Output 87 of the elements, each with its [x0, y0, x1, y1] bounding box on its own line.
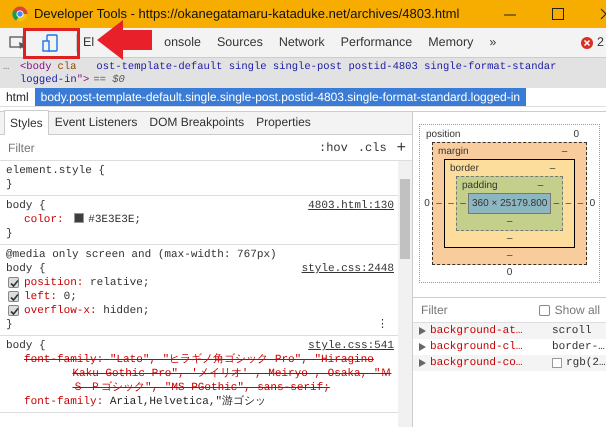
declaration-text: left: 0; — [24, 290, 77, 304]
dom-code-text: == $0 — [93, 74, 125, 87]
box-value: – — [564, 197, 572, 211]
scrollbar-thumb[interactable] — [400, 179, 410, 259]
box-label: position — [426, 128, 460, 142]
device-toolbar-icon[interactable] — [42, 34, 58, 52]
box-value: – — [506, 233, 512, 244]
panel-tab[interactable]: Performance — [332, 33, 420, 52]
panel-tab[interactable]: Sources — [208, 33, 271, 52]
check-mark-icon — [9, 278, 20, 289]
breadcrumb-item[interactable]: body.post-template-default.single.single-post.postid-4803.single-format-standard.logged-in — [34, 88, 526, 106]
breadcrumb-item[interactable]: html — [0, 88, 35, 106]
checkbox-label: Show all — [554, 302, 600, 319]
brace-text: } — [6, 228, 13, 240]
sidebar-tab[interactable]: DOM Breakpoints — [143, 109, 250, 134]
box-label: padding — [462, 179, 498, 193]
selector-text: body { — [6, 199, 46, 213]
highlight-frame — [23, 28, 80, 59]
declaration-text: overflow-x: hidden; — [24, 304, 150, 318]
box-value: – — [538, 179, 544, 193]
browser-logo-icon — [12, 6, 28, 22]
panel-tab[interactable]: onsole — [156, 33, 209, 52]
source-link[interactable]: 4803.html:130 — [308, 199, 394, 213]
box-value: – — [435, 197, 443, 211]
property-value: border-… — [552, 340, 605, 355]
panel-tab[interactable]: El — [83, 33, 94, 52]
checkbox[interactable] — [8, 305, 19, 316]
box-value: – — [562, 145, 568, 159]
box-value: – — [447, 197, 455, 211]
annotation-arrow — [97, 20, 152, 60]
box-value: 0 — [588, 197, 596, 211]
property-value: scroll — [552, 324, 592, 339]
checkbox[interactable] — [538, 305, 550, 316]
property-name: background-co… — [430, 356, 524, 371]
declaration-text: font-family: "Lato", "ヒラギノ角ゴシック Pro", "Hiragino Kaku Gothic Pro", 'メイリオ' , Meiryo , Osaka, "ＭＳ Ｐゴシック", "MS PGothic", sans-serif; — [24, 353, 392, 395]
box-value: – — [506, 216, 512, 227]
add-rule-button[interactable]: + — [396, 136, 406, 160]
dom-code-text: ost-template-default single single-post postid-4803 single-format-standar — [96, 61, 556, 74]
filter-toggle[interactable]: .cls — [358, 138, 387, 156]
filter-field[interactable]: Filter — [6, 138, 310, 158]
box-value: – — [552, 197, 560, 211]
box-label: margin — [438, 145, 469, 159]
color-swatch — [552, 358, 562, 368]
box-value: 0 — [423, 197, 431, 211]
property-name: background-cl… — [430, 340, 524, 355]
more-tabs-button[interactable]: » — [481, 33, 504, 52]
source-link[interactable]: style.css:2448 — [302, 262, 394, 276]
source-link[interactable]: style.css:541 — [308, 339, 394, 353]
media-query-text: @media only screen and (max-width: 767px) — [6, 248, 278, 262]
check-mark-icon — [9, 292, 20, 303]
maximize-icon[interactable] — [552, 8, 564, 20]
box-value: – — [550, 162, 556, 176]
check-mark-icon — [9, 306, 20, 317]
dom-code-text: "> — [76, 74, 90, 87]
sidebar-tab[interactable]: Styles — [4, 110, 49, 135]
dom-code-text: cla — [58, 61, 76, 74]
filter-field[interactable]: Filter — [419, 300, 539, 320]
filter-toggle[interactable]: :hov — [319, 138, 348, 156]
checkbox[interactable] — [8, 277, 19, 288]
box-value: – — [576, 197, 584, 211]
box-value: – — [459, 197, 467, 211]
content-box: 360 × 25179.800 — [468, 193, 552, 214]
declaration-text: font-family: Arial,Helvetica,"游ゴシッ — [24, 395, 266, 409]
error-count[interactable]: 2 — [597, 33, 604, 52]
sidebar-tab[interactable]: Event Listeners — [48, 109, 144, 134]
window-title: Developer Tools - https://okanegatamaru-kataduke.net/archives/4803.html — [34, 5, 460, 24]
error-icon[interactable] — [581, 36, 594, 48]
panel-tab[interactable]: Memory — [420, 33, 482, 52]
selector-text: body { — [6, 339, 46, 353]
selector-text: element.style { — [6, 164, 106, 178]
property-value: rgb(2… — [566, 356, 606, 371]
panel-tab[interactable]: Network — [270, 33, 333, 52]
brace-text: } — [6, 319, 13, 331]
declaration-text: color: #3E3E3E; — [24, 213, 142, 227]
box-label: border — [450, 162, 479, 176]
more-options-icon[interactable]: ⋮ — [377, 317, 388, 331]
box-value: 0 — [573, 128, 579, 142]
box-value: – — [506, 250, 512, 261]
sidebar-tab[interactable]: Properties — [250, 109, 317, 134]
selector-text: body { — [6, 262, 46, 276]
box-value: 0 — [506, 267, 512, 278]
dom-code-text: logged-in — [20, 74, 77, 87]
brace-text: } — [6, 179, 13, 191]
property-name: background-at… — [430, 324, 524, 339]
declaration-text: position: relative; — [24, 276, 150, 290]
dom-code-text: <body — [20, 61, 52, 74]
checkbox[interactable] — [8, 291, 19, 302]
